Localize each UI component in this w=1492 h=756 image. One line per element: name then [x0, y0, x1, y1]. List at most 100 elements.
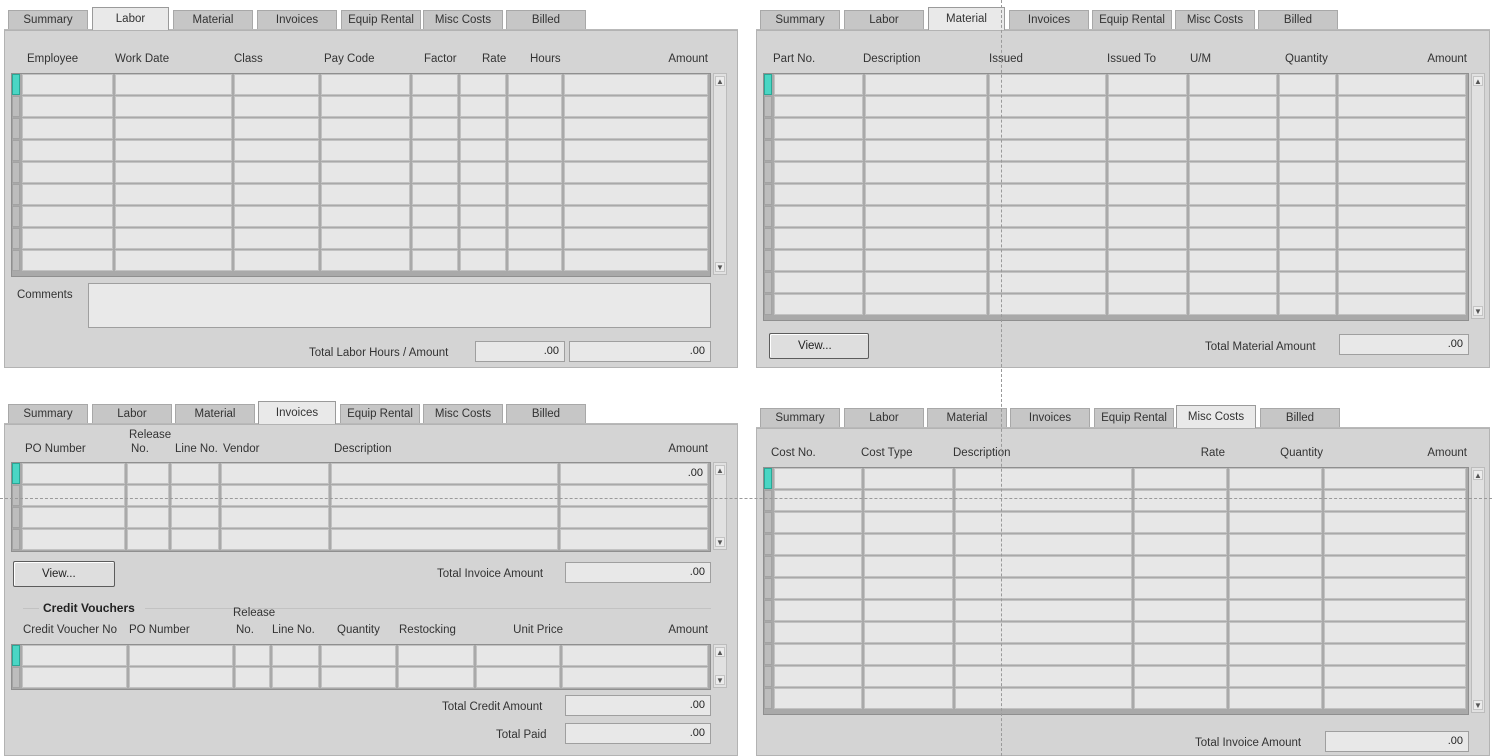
- row-indicator[interactable]: [764, 96, 772, 117]
- tab-summary[interactable]: Summary: [8, 10, 88, 29]
- table-cell[interactable]: [22, 485, 125, 506]
- table-cell[interactable]: [564, 184, 708, 205]
- table-cell[interactable]: [864, 622, 953, 643]
- table-cell[interactable]: [1338, 162, 1466, 183]
- table-cell[interactable]: [412, 96, 458, 117]
- row-indicator[interactable]: [764, 490, 772, 511]
- table-cell[interactable]: [1108, 206, 1187, 227]
- table-cell[interactable]: [127, 507, 169, 528]
- table-cell[interactable]: [1229, 556, 1322, 577]
- table-cell[interactable]: [1108, 272, 1187, 293]
- table-cell[interactable]: [171, 529, 219, 550]
- table-cell[interactable]: [955, 512, 1132, 533]
- table-cell[interactable]: [955, 666, 1132, 687]
- table-cell[interactable]: [22, 250, 113, 271]
- tab-invoices[interactable]: Invoices: [257, 10, 337, 29]
- table-cell[interactable]: [864, 468, 953, 489]
- table-cell[interactable]: [865, 294, 987, 315]
- table-cell[interactable]: [234, 184, 319, 205]
- table-cell[interactable]: [129, 667, 233, 688]
- table-cell[interactable]: [1229, 512, 1322, 533]
- current-row-indicator[interactable]: [12, 645, 20, 666]
- table-cell[interactable]: [460, 162, 506, 183]
- tab-equip-rental[interactable]: Equip Rental: [341, 10, 421, 29]
- table-cell[interactable]: [989, 272, 1106, 293]
- table-cell[interactable]: [774, 688, 862, 709]
- table-cell[interactable]: [864, 688, 953, 709]
- table-cell[interactable]: [1279, 74, 1336, 95]
- table-cell[interactable]: [1189, 96, 1277, 117]
- table-cell[interactable]: [127, 529, 169, 550]
- scroll-down-icon[interactable]: ▼: [1473, 700, 1483, 710]
- misc-scrollbar[interactable]: ▲ ▼: [1471, 467, 1485, 713]
- table-cell[interactable]: [115, 206, 232, 227]
- table-cell[interactable]: [774, 228, 863, 249]
- table-cell[interactable]: [955, 556, 1132, 577]
- row-indicator[interactable]: [764, 666, 772, 687]
- table-cell[interactable]: [1189, 140, 1277, 161]
- table-cell[interactable]: [1324, 688, 1466, 709]
- table-cell[interactable]: [1134, 534, 1227, 555]
- row-indicator[interactable]: [12, 485, 20, 506]
- table-cell[interactable]: [1279, 250, 1336, 271]
- table-cell[interactable]: [1108, 96, 1187, 117]
- table-cell[interactable]: [564, 206, 708, 227]
- table-cell[interactable]: [272, 645, 319, 666]
- table-cell[interactable]: [1189, 162, 1277, 183]
- table-cell[interactable]: [234, 140, 319, 161]
- tab-invoices[interactable]: Invoices: [1010, 408, 1090, 427]
- first-row-amount[interactable]: .00: [560, 463, 708, 484]
- table-cell[interactable]: [774, 534, 862, 555]
- table-cell[interactable]: [1189, 184, 1277, 205]
- tab-material[interactable]: Material: [173, 10, 253, 29]
- table-cell[interactable]: [864, 600, 953, 621]
- table-cell[interactable]: [321, 645, 396, 666]
- table-cell[interactable]: [1279, 206, 1336, 227]
- table-cell[interactable]: [1338, 118, 1466, 139]
- table-cell[interactable]: [865, 118, 987, 139]
- table-cell[interactable]: [864, 578, 953, 599]
- table-cell[interactable]: [321, 118, 410, 139]
- current-row-indicator[interactable]: [764, 468, 772, 489]
- table-cell[interactable]: [412, 118, 458, 139]
- table-cell[interactable]: [1229, 688, 1322, 709]
- table-cell[interactable]: [1229, 644, 1322, 665]
- table-cell[interactable]: [22, 507, 125, 528]
- table-cell[interactable]: [1338, 228, 1466, 249]
- table-cell[interactable]: [774, 184, 863, 205]
- table-cell[interactable]: [774, 162, 863, 183]
- row-indicator[interactable]: [12, 184, 20, 205]
- table-cell[interactable]: [864, 490, 953, 511]
- row-indicator[interactable]: [764, 228, 772, 249]
- table-cell[interactable]: [1324, 666, 1466, 687]
- table-cell[interactable]: [1189, 294, 1277, 315]
- current-row-indicator[interactable]: [12, 463, 20, 484]
- table-cell[interactable]: [1324, 556, 1466, 577]
- table-cell[interactable]: [1338, 140, 1466, 161]
- table-cell[interactable]: [460, 228, 506, 249]
- table-cell[interactable]: [22, 529, 125, 550]
- tab-labor[interactable]: Labor: [92, 7, 169, 30]
- table-cell[interactable]: [865, 206, 987, 227]
- table-cell[interactable]: [1134, 666, 1227, 687]
- table-cell[interactable]: [989, 184, 1106, 205]
- table-cell[interactable]: [864, 534, 953, 555]
- table-cell[interactable]: [321, 228, 410, 249]
- tab-equip-rental[interactable]: Equip Rental: [1092, 10, 1172, 29]
- tab-labor[interactable]: Labor: [844, 408, 924, 427]
- table-cell[interactable]: [1108, 228, 1187, 249]
- table-cell[interactable]: [955, 578, 1132, 599]
- row-indicator[interactable]: [764, 272, 772, 293]
- table-cell[interactable]: [460, 118, 506, 139]
- table-cell[interactable]: [865, 140, 987, 161]
- table-cell[interactable]: [1229, 666, 1322, 687]
- tab-material[interactable]: Material: [928, 7, 1005, 30]
- table-cell[interactable]: [115, 96, 232, 117]
- table-cell[interactable]: [1189, 74, 1277, 95]
- tab-summary[interactable]: Summary: [760, 10, 840, 29]
- invoices-view-button[interactable]: View...: [13, 561, 115, 587]
- table-cell[interactable]: [508, 184, 562, 205]
- row-indicator[interactable]: [764, 688, 772, 709]
- tab-invoices[interactable]: Invoices: [1009, 10, 1089, 29]
- table-cell[interactable]: [22, 667, 127, 688]
